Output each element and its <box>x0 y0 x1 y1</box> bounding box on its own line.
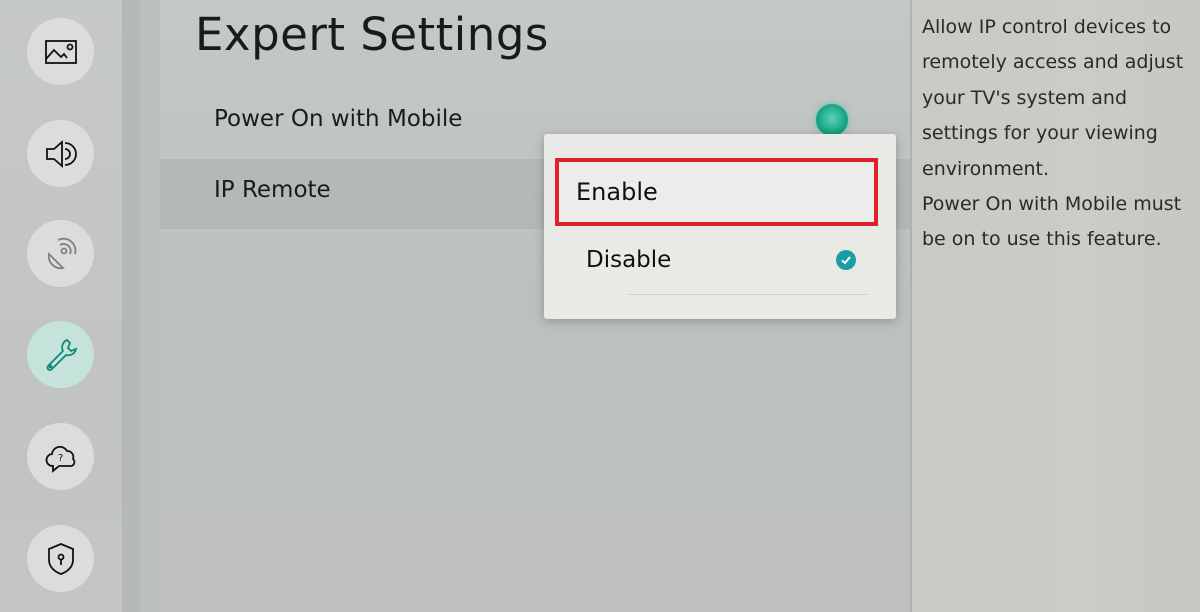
setting-label: Power On with Mobile <box>214 106 463 132</box>
sidebar-item-privacy[interactable] <box>27 525 94 592</box>
svg-text:?: ? <box>58 453 63 464</box>
panel-divider <box>140 0 160 612</box>
page-title: Expert Settings <box>195 8 549 61</box>
wrench-icon <box>46 338 77 371</box>
setting-label: IP Remote <box>214 177 331 203</box>
option-label: Disable <box>586 247 672 273</box>
sidebar-item-picture[interactable] <box>27 18 94 85</box>
settings-sidebar: ? <box>0 0 122 612</box>
power-on-with-mobile-toggle[interactable] <box>816 104 848 136</box>
sidebar-item-broadcasting[interactable] <box>27 220 94 287</box>
option-enable[interactable]: Enable <box>544 158 896 228</box>
divider <box>628 294 868 295</box>
checkmark-icon <box>836 250 856 270</box>
ip-remote-options-popup: Enable Disable <box>544 134 896 319</box>
satellite-dish-icon <box>47 237 76 269</box>
option-disable[interactable]: Disable <box>544 229 896 299</box>
sidebar-item-sound[interactable] <box>27 120 94 187</box>
shield-keyhole-icon <box>47 542 74 575</box>
option-label: Enable <box>576 178 658 206</box>
description-note: Power On with Mobile must be on to use t… <box>922 193 1182 251</box>
speaker-icon <box>45 139 77 168</box>
sidebar-item-general[interactable] <box>27 321 94 388</box>
panel-divider <box>122 0 140 612</box>
setting-description: Allow IP control devices to remotely acc… <box>922 10 1192 258</box>
picture-icon <box>44 39 77 64</box>
cloud-question-icon: ? <box>45 445 75 473</box>
description-text: Allow IP control devices to remotely acc… <box>922 16 1184 180</box>
sidebar-item-support[interactable]: ? <box>27 423 94 490</box>
